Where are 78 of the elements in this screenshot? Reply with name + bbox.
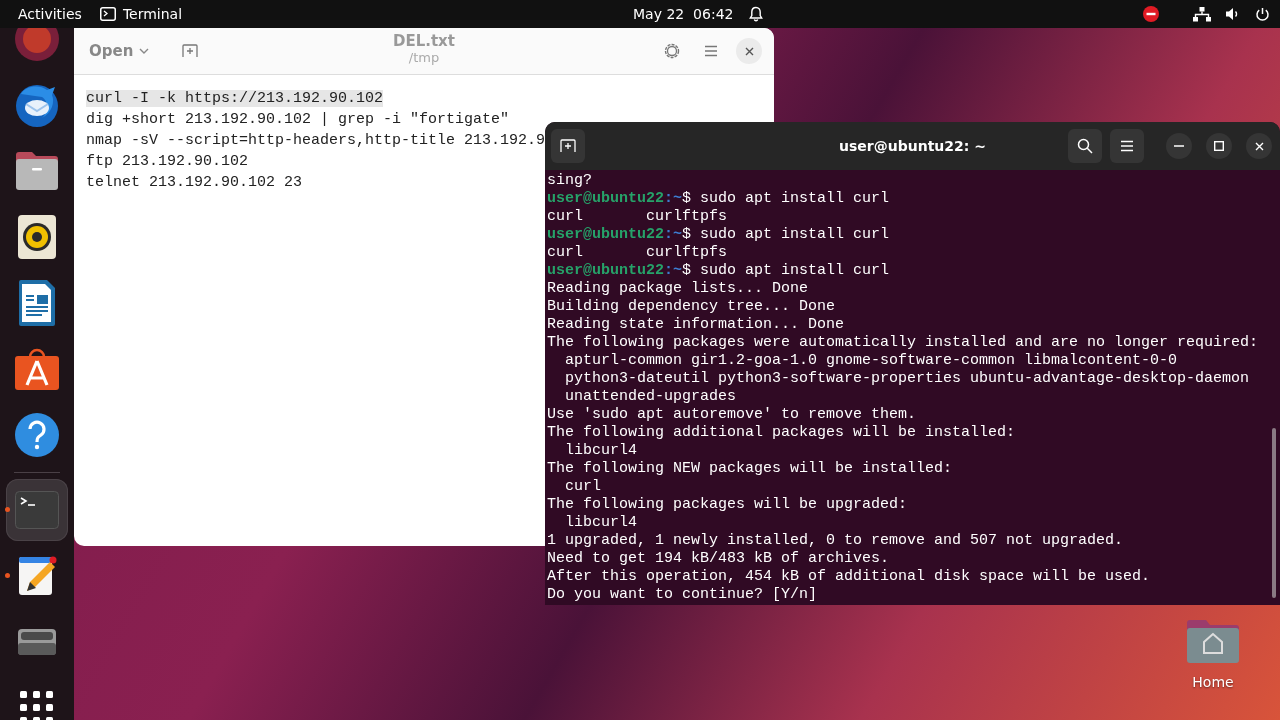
command-text: $ sudo apt install curl: [682, 262, 890, 279]
document-icon: [18, 280, 56, 326]
new-tab-icon: [560, 139, 576, 153]
prompt-user: user@ubuntu22: [547, 262, 665, 279]
caret-icon: [139, 48, 150, 54]
bell-icon: [749, 6, 764, 22]
output-line: sing?: [547, 172, 592, 189]
prompt-user: user@ubuntu22: [547, 226, 665, 243]
output-line: Reading state information... Done: [547, 316, 845, 333]
text-line: ftp 213.192.90.102: [86, 153, 249, 170]
close-icon: [744, 46, 754, 56]
output-line: The following additional packages will be installed:: [547, 424, 1016, 441]
output-line: Building dependency tree... Done: [547, 298, 836, 315]
no-entry-icon[interactable]: [1143, 6, 1159, 22]
speaker-icon: [18, 215, 56, 259]
scrollbar[interactable]: [1272, 428, 1276, 598]
new-tab-button[interactable]: [551, 129, 585, 163]
close-icon: [1254, 141, 1264, 151]
menu-button[interactable]: [1110, 129, 1144, 163]
output-line: curl curlftpfs: [547, 208, 728, 225]
terminal-icon: [99, 7, 116, 21]
mail-bird-icon: [13, 82, 61, 128]
output-line: libcurl4: [564, 442, 637, 459]
network-icon[interactable]: [1193, 6, 1211, 22]
output-line: unattended-upgrades: [564, 388, 737, 405]
prompt-user: user@ubuntu22: [547, 190, 665, 207]
help-icon: [14, 412, 60, 458]
output-line: 1 upgraded, 1 newly installed, 0 to remove and 507 not upgraded.: [547, 532, 1124, 549]
file-path: /tmp: [408, 50, 440, 65]
text-line: nmap -sV --script=http-headers,http-title 213.192.9: [86, 132, 546, 149]
window-title: DEL.txt: [393, 32, 455, 50]
minimize-button[interactable]: [1166, 133, 1192, 159]
app-grid-icon: [20, 691, 54, 720]
output-line: curl curlftpfs: [547, 244, 728, 261]
output-line: The following packages will be upgraded:: [547, 496, 908, 513]
clock[interactable]: May 22 06:42: [633, 6, 734, 22]
new-tab-icon[interactable]: [182, 44, 199, 58]
app-icon: [14, 28, 60, 62]
output-line: Reading package lists... Done: [547, 280, 809, 297]
power-icon[interactable]: [1255, 6, 1270, 22]
output-line: python3-dateutil python3-software-properties ubuntu-advantage-desktop-daemon: [564, 370, 1250, 387]
output-line: libcurl4: [564, 514, 637, 531]
output-line: Do you want to continue? [Y/n]: [547, 586, 818, 603]
maximize-button[interactable]: [1206, 133, 1232, 159]
command-text: $ sudo apt install curl: [682, 226, 890, 243]
maximize-icon: [1214, 141, 1224, 151]
output-line: Need to get 194 kB/483 kB of archives.: [547, 550, 890, 567]
prompt-path: :~: [664, 226, 683, 243]
command-text: $ sudo apt install curl: [682, 190, 890, 207]
settings-icon[interactable]: [664, 43, 680, 59]
search-button[interactable]: [1068, 129, 1102, 163]
drive-icon: [18, 629, 56, 655]
close-button[interactable]: [1246, 133, 1272, 159]
folder-icon: [14, 151, 60, 191]
app-menu-label[interactable]: Terminal: [122, 6, 183, 22]
terminal-icon: [15, 491, 59, 529]
output-line: After this operation, 454 kB of additional disk space will be used.: [547, 568, 1151, 585]
output-line: The following NEW packages will be installed:: [547, 460, 953, 477]
prompt-path: :~: [664, 262, 683, 279]
output-line: Use 'sudo apt autoremove' to remove them.: [547, 406, 917, 423]
output-line: apturl-common gir1.2-goa-1.0 gnome-software-common libmalcontent-0-0: [564, 352, 1178, 369]
window-title: user@ubuntu22: ~: [839, 138, 986, 154]
home-folder-icon[interactable]: [1185, 618, 1241, 664]
search-icon: [1077, 138, 1093, 154]
running-indicator: [5, 507, 10, 512]
running-indicator: [5, 573, 10, 578]
text-line: dig +short 213.192.90.102 | grep -i "fortigate": [86, 111, 510, 128]
minimize-icon: [1174, 145, 1184, 147]
text-line: telnet 213.192.90.102 23: [86, 174, 303, 191]
output-line: curl: [564, 478, 601, 495]
activities-button[interactable]: Activities: [18, 6, 82, 22]
menu-icon: [1120, 140, 1134, 152]
output-line: The following packages were automatically installed and are no longer required:: [547, 334, 1259, 351]
menu-icon[interactable]: [704, 45, 718, 57]
prompt-path: :~: [664, 190, 683, 207]
notepad-pencil-icon: [17, 555, 57, 597]
shopping-bag-icon: [14, 347, 60, 391]
desktop-icon-label[interactable]: Home: [1192, 674, 1234, 690]
